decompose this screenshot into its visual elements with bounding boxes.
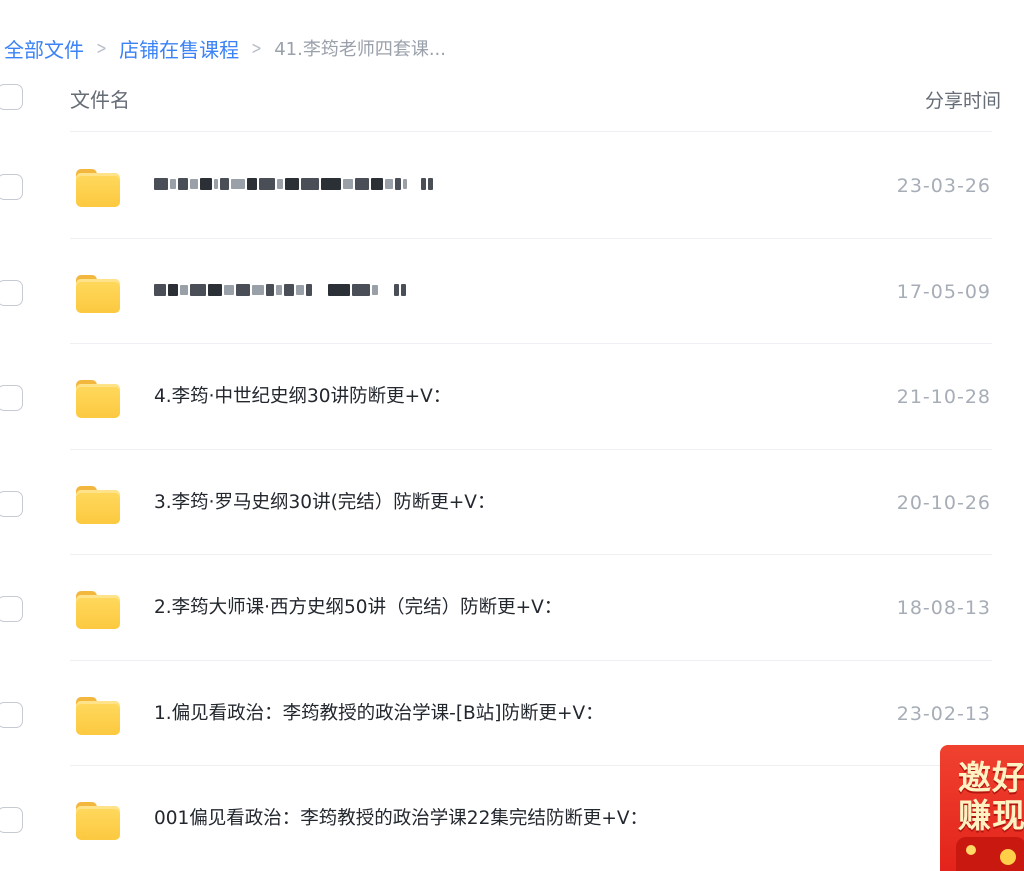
file-row[interactable]: 17-05-09: [0, 239, 1024, 344]
breadcrumb: 全部文件 > 店铺在售课程 > 41.李筠老师四套课...: [4, 34, 446, 62]
row-checkbox[interactable]: [0, 385, 23, 411]
blurred-file-name: [154, 175, 433, 193]
column-header-name[interactable]: 文件名: [70, 84, 130, 113]
chevron-right-icon: >: [251, 37, 262, 59]
file-row[interactable]: 23-03-26: [0, 133, 1024, 239]
folder-icon: [76, 802, 120, 840]
file-row[interactable]: 4.李筠·中世纪史纲30讲防断更+V： 21-10-28: [0, 344, 1024, 450]
file-name[interactable]: 4.李筠·中世纪史纲30讲防断更+V：: [154, 382, 451, 408]
select-all-checkbox[interactable]: [0, 84, 23, 110]
column-header-share-time[interactable]: 分享时间: [925, 86, 1001, 113]
file-row[interactable]: 001偏见看政治：李筠教授的政治学课22集完结防断更+V： 23-0: [0, 766, 1024, 871]
folder-icon: [76, 485, 120, 524]
header-divider: [70, 131, 992, 132]
file-row[interactable]: 2.李筠大师课·西方史纲50讲（完结）防断更+V： 18-08-13: [0, 555, 1024, 661]
file-name[interactable]: 3.李筠·罗马史纲30讲(完结）防断更+V：: [154, 488, 495, 514]
blurred-file-name: [154, 281, 406, 299]
file-name[interactable]: 1.偏见看政治：李筠教授的政治学课-[B站]防断更+V：: [154, 699, 604, 725]
breadcrumb-item-all-files[interactable]: 全部文件: [4, 34, 84, 63]
share-date: 23-03-26: [896, 175, 991, 197]
folder-icon: [76, 380, 120, 418]
file-browser-page: 全部文件 > 店铺在售课程 > 41.李筠老师四套课... 文件名 分享时间 2…: [0, 0, 1024, 871]
share-date: 23-02-13: [896, 702, 991, 725]
folder-icon: [76, 169, 120, 207]
chevron-right-icon: >: [96, 37, 107, 59]
share-date: 21-10-28: [896, 386, 991, 408]
row-checkbox[interactable]: [0, 490, 23, 517]
coin-icon: [966, 845, 976, 855]
row-checkbox[interactable]: [0, 701, 23, 728]
row-checkbox[interactable]: [0, 279, 23, 306]
breadcrumb-current: 41.李筠老师四套课...: [274, 39, 446, 60]
file-name[interactable]: 2.李筠大师课·西方史纲50讲（完结）防断更+V：: [154, 593, 562, 619]
file-name[interactable]: 001偏见看政治：李筠教授的政治学课22集完结防断更+V：: [154, 804, 648, 830]
row-checkbox[interactable]: [0, 807, 23, 833]
folder-icon: [76, 274, 120, 313]
file-row[interactable]: 1.偏见看政治：李筠教授的政治学课-[B站]防断更+V： 23-02-13: [0, 661, 1024, 766]
folder-icon: [76, 696, 120, 735]
invite-promo-badge[interactable]: 邀好 赚现: [940, 745, 1024, 871]
row-checkbox[interactable]: [0, 174, 23, 200]
share-date: 17-05-09: [896, 280, 991, 303]
file-row[interactable]: 3.李筠·罗马史纲30讲(完结）防断更+V： 20-10-26: [0, 450, 1024, 555]
share-date: 20-10-26: [896, 491, 991, 514]
coin-icon: [1000, 849, 1016, 865]
row-checkbox[interactable]: [0, 596, 23, 622]
breadcrumb-item-store-courses[interactable]: 店铺在售课程: [119, 34, 239, 63]
list-header: 文件名 分享时间: [0, 78, 1024, 132]
file-list: 23-03-26 17-05-09 4.李筠·中世纪史纲30讲防断更+V： 21…: [0, 133, 1024, 871]
folder-icon: [76, 591, 120, 629]
share-date: 18-08-13: [896, 597, 991, 619]
promo-line-2: 赚现: [958, 796, 1024, 835]
